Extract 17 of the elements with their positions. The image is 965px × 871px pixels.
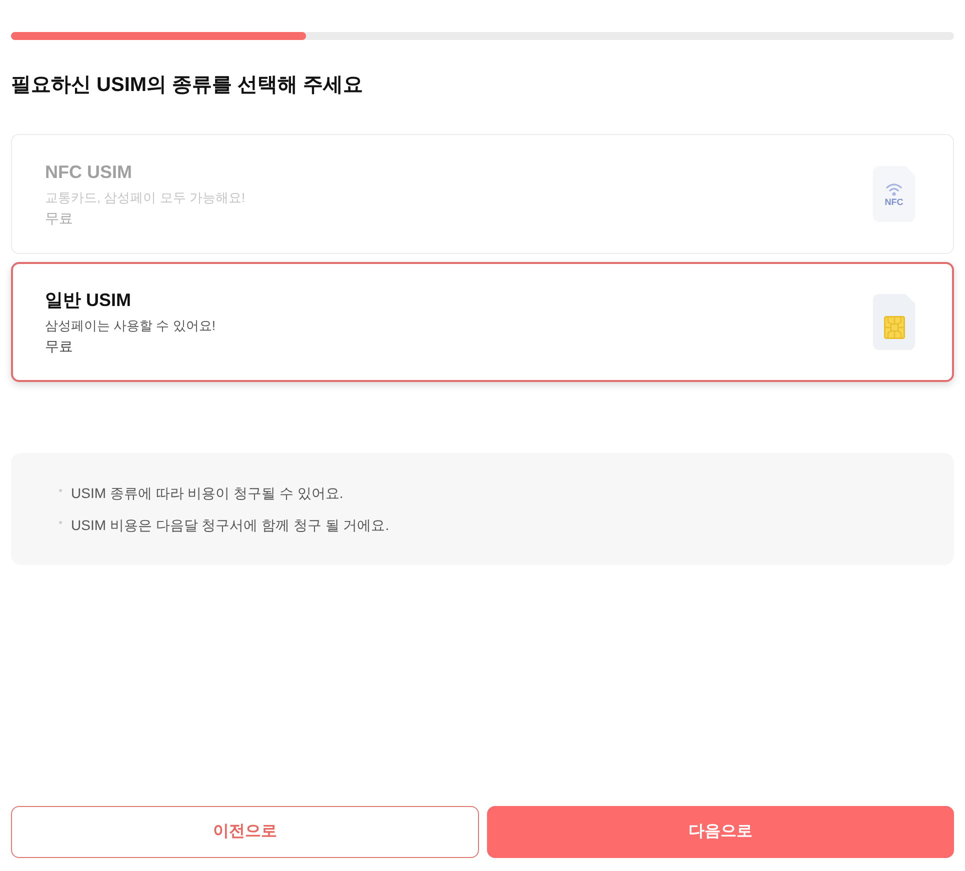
- bullet-icon: [59, 520, 62, 524]
- notice-text: USIM 종류에 따라 비용이 청구될 수 있어요.: [71, 484, 344, 503]
- previous-button[interactable]: 이전으로: [11, 806, 478, 858]
- notice-text: USIM 비용은 다음달 청구서에 함께 청구 될 거에요.: [71, 516, 390, 535]
- option-name: 일반 USIM: [45, 289, 132, 312]
- option-description: 삼성페이는 사용할 수 있어요!: [45, 317, 216, 334]
- bullet-icon: [59, 488, 62, 492]
- wifi-icon: [885, 182, 903, 196]
- option-price: 무료: [45, 209, 74, 228]
- option-name: NFC USIM: [45, 161, 133, 184]
- option-price: 무료: [45, 337, 74, 356]
- page-title: 필요하신 USIM의 종류를 선택해 주세요: [11, 73, 364, 98]
- usim-option-card[interactable]: 일반 USIM 삼성페이는 사용할 수 있어요! 무료: [11, 262, 954, 382]
- next-button[interactable]: 다음으로: [486, 806, 954, 858]
- chip-icon: [884, 316, 904, 339]
- option-description: 교통카드, 삼성페이 모두 가능해요!: [45, 189, 246, 206]
- nfc-label: NFC: [884, 196, 904, 206]
